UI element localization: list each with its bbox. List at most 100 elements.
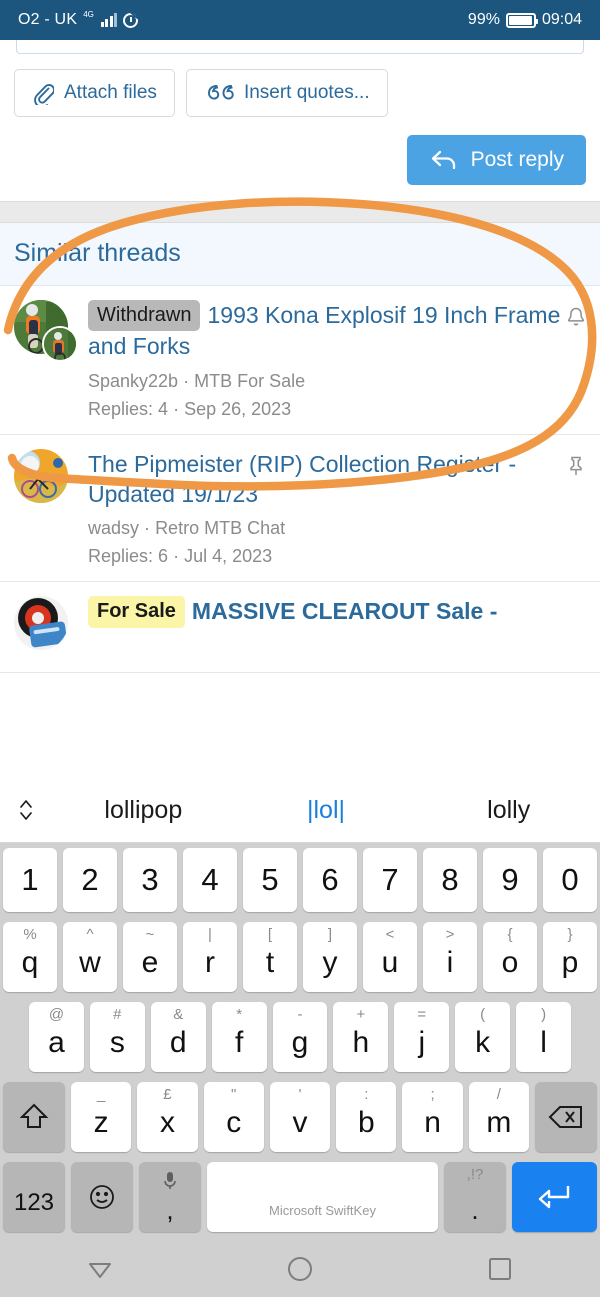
suggestion-item[interactable]: lolly bbox=[417, 796, 600, 825]
key-b[interactable]: :b bbox=[336, 1082, 397, 1152]
suggestion-item[interactable]: lollipop bbox=[52, 796, 235, 825]
thread-title[interactable]: Withdrawn 1993 Kona Explosif 19 Inch Fram… bbox=[88, 300, 562, 362]
key-label: e bbox=[141, 945, 159, 979]
key-q[interactable]: % q bbox=[3, 922, 57, 992]
thread-meta: wadsy · Retro MTB Chat bbox=[88, 518, 562, 539]
thread-date: Jul 4, 2023 bbox=[184, 546, 273, 567]
enter-key[interactable] bbox=[512, 1162, 597, 1232]
android-navigation-bar bbox=[0, 1240, 600, 1297]
key-c[interactable]: " c bbox=[203, 1082, 264, 1152]
thread-stats: Replies: 4 · Sep 26, 2023 bbox=[88, 399, 562, 420]
key-label: d bbox=[169, 1025, 187, 1059]
mic-comma-key[interactable]: , bbox=[139, 1162, 201, 1232]
emoji-key[interactable] bbox=[71, 1162, 133, 1232]
key-m[interactable]: / m bbox=[468, 1082, 529, 1152]
key-label: y bbox=[322, 945, 338, 979]
insert-quotes-button[interactable]: Insert quotes... bbox=[185, 69, 388, 117]
key-w[interactable]: ^ w bbox=[63, 922, 117, 992]
alarm-icon bbox=[123, 12, 139, 28]
thread-title[interactable]: The Pipmeister (RIP) Collection Register… bbox=[88, 449, 562, 510]
spacebar[interactable]: Microsoft SwiftKey bbox=[207, 1162, 438, 1232]
key-label: s bbox=[109, 1025, 125, 1059]
post-reply-label: Post reply bbox=[470, 148, 564, 171]
chevron-updown-icon[interactable] bbox=[0, 797, 52, 823]
key-r[interactable]: | r bbox=[183, 922, 237, 992]
key-h[interactable]: + h bbox=[333, 1002, 389, 1072]
key-a[interactable]: @ a bbox=[29, 1002, 84, 1072]
thread-forum[interactable]: Retro MTB Chat bbox=[155, 518, 285, 538]
key-p[interactable]: } p bbox=[543, 922, 597, 992]
key-2[interactable]: 2 bbox=[63, 848, 117, 912]
key-label: i bbox=[446, 945, 454, 979]
thread-author[interactable]: wadsy bbox=[88, 518, 139, 538]
key-3[interactable]: 3 bbox=[123, 848, 177, 912]
key-4[interactable]: 4 bbox=[183, 848, 237, 912]
key-g[interactable]: -g bbox=[272, 1002, 328, 1072]
keyboard-row-bottom-letters: _ z £ x " c ' v :b ; n / m bbox=[0, 1077, 600, 1157]
key-8[interactable]: 8 bbox=[423, 848, 477, 912]
key-x[interactable]: £ x bbox=[137, 1082, 198, 1152]
key-e[interactable]: ~ e bbox=[123, 922, 177, 992]
emoji-smiley-icon bbox=[85, 1180, 119, 1214]
keyboard-row-functions: 123 , Microsoft SwiftKey ,!? . bbox=[0, 1157, 600, 1240]
shift-key[interactable] bbox=[3, 1082, 66, 1152]
attach-files-button[interactable]: Attach files bbox=[14, 69, 175, 117]
key-0[interactable]: 0 bbox=[543, 848, 597, 912]
key-1[interactable]: 1 bbox=[3, 848, 57, 912]
key-z[interactable]: _ z bbox=[71, 1082, 132, 1152]
thread-row[interactable]: For Sale MASSIVE CLEAROUT Sale - bbox=[0, 582, 600, 674]
key-sublabel: | bbox=[208, 926, 212, 943]
thread-row[interactable]: Withdrawn 1993 Kona Explosif 19 Inch Fram… bbox=[0, 286, 600, 435]
post-reply-row: Post reply bbox=[14, 117, 586, 201]
home-circle-icon[interactable] bbox=[255, 1240, 345, 1297]
key-k[interactable]: (k bbox=[455, 1002, 511, 1072]
numeric-mode-key[interactable]: 123 bbox=[3, 1162, 65, 1232]
key-sublabel: ; bbox=[430, 1086, 435, 1103]
recents-square-icon[interactable] bbox=[455, 1240, 545, 1297]
key-label: 0 bbox=[561, 862, 579, 897]
pin-icon[interactable] bbox=[566, 455, 586, 482]
key-5[interactable]: 5 bbox=[243, 848, 297, 912]
back-triangle-icon[interactable] bbox=[55, 1240, 145, 1297]
key-t[interactable]: [t bbox=[243, 922, 297, 992]
key-i[interactable]: > i bbox=[423, 922, 477, 992]
thread-forum[interactable]: MTB For Sale bbox=[194, 371, 305, 391]
key-sublabel: ] bbox=[327, 926, 333, 943]
thread-author[interactable]: Spanky22b bbox=[88, 371, 178, 391]
key-6[interactable]: 6 bbox=[303, 848, 357, 912]
post-reply-button[interactable]: Post reply bbox=[406, 135, 586, 185]
key-v[interactable]: ' v bbox=[269, 1082, 331, 1152]
key-u[interactable]: < u bbox=[363, 922, 417, 992]
key-label: k bbox=[475, 1025, 491, 1059]
keyboard-row-qwerty: % q ^ w ~ e | r [t ] y < u > i {o } p bbox=[0, 917, 600, 997]
status-bar: O2 - UK 4G 99% 09:04 bbox=[0, 0, 600, 40]
suggestion-item-current[interactable]: lol bbox=[235, 796, 418, 825]
thread-replies: Replies: 4 bbox=[88, 398, 169, 419]
key-y[interactable]: ] y bbox=[303, 922, 357, 992]
key-s[interactable]: # s bbox=[89, 1002, 145, 1072]
thread-replies: Replies: 6 bbox=[88, 546, 169, 567]
meta-separator: · bbox=[183, 370, 190, 391]
period-key[interactable]: ,!? . bbox=[444, 1162, 506, 1232]
key-sublabel: < bbox=[385, 926, 395, 943]
key-l[interactable]: ) l bbox=[516, 1002, 572, 1072]
key-d[interactable]: & d bbox=[150, 1002, 206, 1072]
reply-arrow-icon bbox=[429, 147, 459, 173]
backspace-key[interactable] bbox=[534, 1082, 597, 1152]
key-f[interactable]: * f bbox=[211, 1002, 267, 1072]
key-sublabel: £ bbox=[163, 1086, 172, 1103]
bell-icon[interactable] bbox=[566, 306, 586, 333]
key-j[interactable]: = j bbox=[394, 1002, 450, 1072]
thread-title[interactable]: For Sale MASSIVE CLEAROUT Sale - bbox=[88, 596, 562, 628]
key-o[interactable]: {o bbox=[483, 922, 537, 992]
key-label: 123 bbox=[13, 1188, 55, 1216]
paperclip-icon bbox=[32, 81, 54, 105]
key-label: 6 bbox=[321, 862, 339, 897]
key-label: . bbox=[471, 1194, 479, 1225]
key-9[interactable]: 9 bbox=[483, 848, 537, 912]
thread-date: Sep 26, 2023 bbox=[184, 398, 292, 419]
thread-row[interactable]: The Pipmeister (RIP) Collection Register… bbox=[0, 434, 600, 583]
key-n[interactable]: ; n bbox=[402, 1082, 463, 1152]
key-label: n bbox=[424, 1105, 441, 1139]
key-7[interactable]: 7 bbox=[363, 848, 417, 912]
